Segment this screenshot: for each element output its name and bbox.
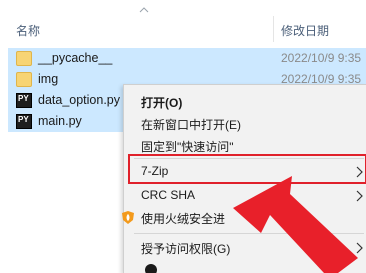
menu-item-label: CRC SHA [141,188,196,202]
highlight-box [128,154,366,184]
python-file-icon: PY [16,114,32,129]
name-column-header[interactable]: 名称 [16,22,40,39]
file-date: 2022/10/9 9:35 [281,51,362,65]
menu-item-huorong-scan[interactable]: 使用火绒安全进 [122,207,366,229]
python-file-icon: PY [16,93,32,108]
column-divider[interactable] [273,16,274,42]
folder-icon [16,51,32,66]
menu-item-partial[interactable] [124,263,366,273]
menu-item-label: 授予访问权限(G) [141,242,231,256]
app-icon [145,264,157,273]
column-header: 名称 修改日期 [0,0,366,42]
menu-item-label: 在新窗口中打开(E) [141,118,241,132]
context-menu: 打开(O) 在新窗口中打开(E) 固定到"快速访问" 7-Zip CRC SHA… [122,84,366,273]
menu-item-crc-sha[interactable]: CRC SHA [124,185,366,207]
menu-item-open-new-window[interactable]: 在新窗口中打开(E) [124,113,366,135]
chevron-right-icon [356,190,363,202]
menu-item-open[interactable]: 打开(O) [124,91,366,113]
menu-item-label: 固定到"快速访问" [141,140,234,154]
menu-item-grant-access[interactable]: 授予访问权限(G) [124,237,366,259]
sort-ascending-icon[interactable] [139,6,149,14]
file-name: __pycache__ [38,51,113,65]
folder-icon [16,72,32,87]
chevron-right-icon [356,242,363,254]
file-name: img [38,72,59,86]
date-column-header[interactable]: 修改日期 [281,22,329,39]
file-row[interactable]: __pycache__ 2022/10/9 9:35 [8,48,366,69]
file-name: main.py [38,114,82,128]
menu-separator [134,233,364,234]
file-name: data_option.py [38,93,121,107]
menu-item-label: 使用火绒安全进 [141,212,226,226]
huorong-shield-icon [122,211,134,224]
menu-item-label: 打开(O) [141,96,183,110]
